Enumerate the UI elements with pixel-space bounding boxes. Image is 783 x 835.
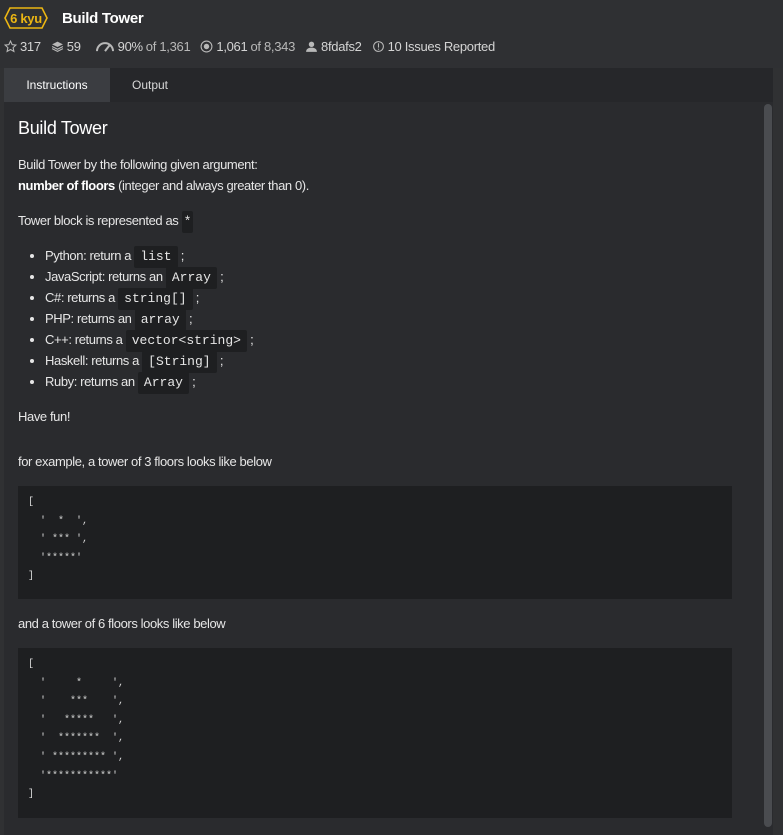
list-item: JavaScript: returns an Array ;	[45, 266, 253, 289]
intro-line-1: Build Tower by the following given argum…	[18, 157, 258, 172]
list-item: PHP: returns an array ;	[45, 308, 253, 331]
lang-code: Array	[137, 372, 189, 394]
example-6-code-block: [ ' * ', ' *** ', ' ***** ', ' ******* '…	[18, 648, 732, 818]
lang-code: [String]	[142, 351, 217, 373]
intro-rest: (integer and always greater than 0).	[114, 178, 309, 193]
scrollbar-thumb[interactable]	[764, 104, 772, 827]
semicolon: ;	[219, 353, 224, 368]
intro-bold: number of floors	[18, 178, 115, 193]
lang-text: JavaScript: returns an	[45, 269, 166, 284]
scrollbar[interactable]	[763, 102, 773, 835]
satisfaction-total: of 1,361	[145, 38, 191, 54]
block-char-code: *	[181, 211, 194, 233]
satisfaction-stat: 90% of 1,361	[95, 39, 191, 54]
lang-text: C++: returns a	[45, 332, 126, 347]
semicolon: ;	[180, 248, 185, 263]
kata-header: 6 kyu Build Tower 317 59 90% of 1,361 1,…	[0, 0, 783, 68]
list-item: C#: returns a string[] ;	[45, 287, 253, 310]
example-3-code-block: [ ' * ', ' *** ', '*****' ]	[18, 486, 732, 599]
issues-stat[interactable]: 10 Issues Reported	[372, 39, 495, 54]
language-list: Python: return a list ; JavaScript: retu…	[18, 245, 254, 394]
kyu-badge[interactable]: 6 kyu	[4, 7, 48, 29]
list-item: Python: return a list ;	[45, 245, 253, 268]
semicolon: ;	[192, 374, 196, 389]
lang-code: array	[134, 309, 186, 331]
block-text: Tower block is represented as	[18, 213, 182, 228]
completed-total: of 8,343	[250, 38, 296, 54]
stars-count: 317	[20, 38, 41, 54]
intro-paragraph: Build Tower by the following given argum…	[18, 154, 309, 196]
lang-code: vector<string>	[125, 330, 247, 352]
description-panel: Instructions Output Build Tower Build To…	[4, 68, 773, 835]
lang-text: Haskell: returns a	[45, 353, 143, 368]
alert-icon	[372, 40, 384, 52]
kata-title[interactable]: Build Tower	[62, 10, 144, 27]
lang-text: C#: returns a	[45, 290, 119, 305]
user-icon	[306, 41, 317, 52]
stars-stat[interactable]: 317	[4, 39, 41, 54]
author-name: 8fdafs2	[321, 38, 362, 54]
semicolon: ;	[250, 332, 254, 347]
target-icon	[200, 40, 213, 52]
completed-value: 1,061	[216, 38, 248, 54]
collections-count: 59	[66, 38, 81, 54]
tab-bar: Instructions Output	[4, 68, 773, 102]
description-title: Build Tower	[18, 118, 108, 138]
star-icon	[4, 39, 17, 52]
title-row: 6 kyu Build Tower	[4, 7, 144, 29]
tab-output[interactable]: Output	[110, 68, 190, 102]
semicolon: ;	[195, 290, 200, 305]
satisfaction-value: 90%	[117, 38, 143, 54]
block-paragraph: Tower block is represented as *	[18, 210, 194, 233]
semicolon: ;	[188, 311, 193, 326]
semicolon: ;	[220, 269, 224, 284]
list-item: C++: returns a vector<string> ;	[45, 329, 254, 352]
example-6-text: and a tower of 6 floors looks like below	[18, 616, 226, 631]
tab-instructions[interactable]: Instructions	[4, 68, 110, 102]
list-item: Haskell: returns a [String] ;	[45, 350, 253, 373]
completed-stat: 1,061 of 8,343	[200, 39, 295, 54]
stats-row: 317 59 90% of 1,361 1,061 of 8,343 8fdaf…	[4, 37, 505, 55]
issues-label: 10 Issues Reported	[387, 38, 496, 54]
lang-text: Ruby: returns an	[45, 374, 138, 389]
example-3-text: for example, a tower of 3 floors looks l…	[18, 454, 272, 469]
lang-text: Python: return a	[45, 248, 135, 263]
have-fun-text: Have fun!	[18, 409, 71, 424]
stack-icon	[51, 41, 63, 52]
collections-stat[interactable]: 59	[51, 39, 81, 54]
gauge-icon	[95, 41, 114, 52]
lang-code: list	[134, 246, 178, 268]
lang-code: string[]	[118, 288, 193, 310]
list-item: Ruby: returns an Array ;	[45, 371, 253, 394]
instructions-content: Build Tower Build Tower by the following…	[4, 102, 763, 835]
lang-text: PHP: returns an	[45, 311, 135, 326]
author-stat[interactable]: 8fdafs2	[305, 39, 362, 54]
kyu-label: 6 kyu	[10, 10, 42, 26]
lang-code: Array	[165, 267, 217, 289]
